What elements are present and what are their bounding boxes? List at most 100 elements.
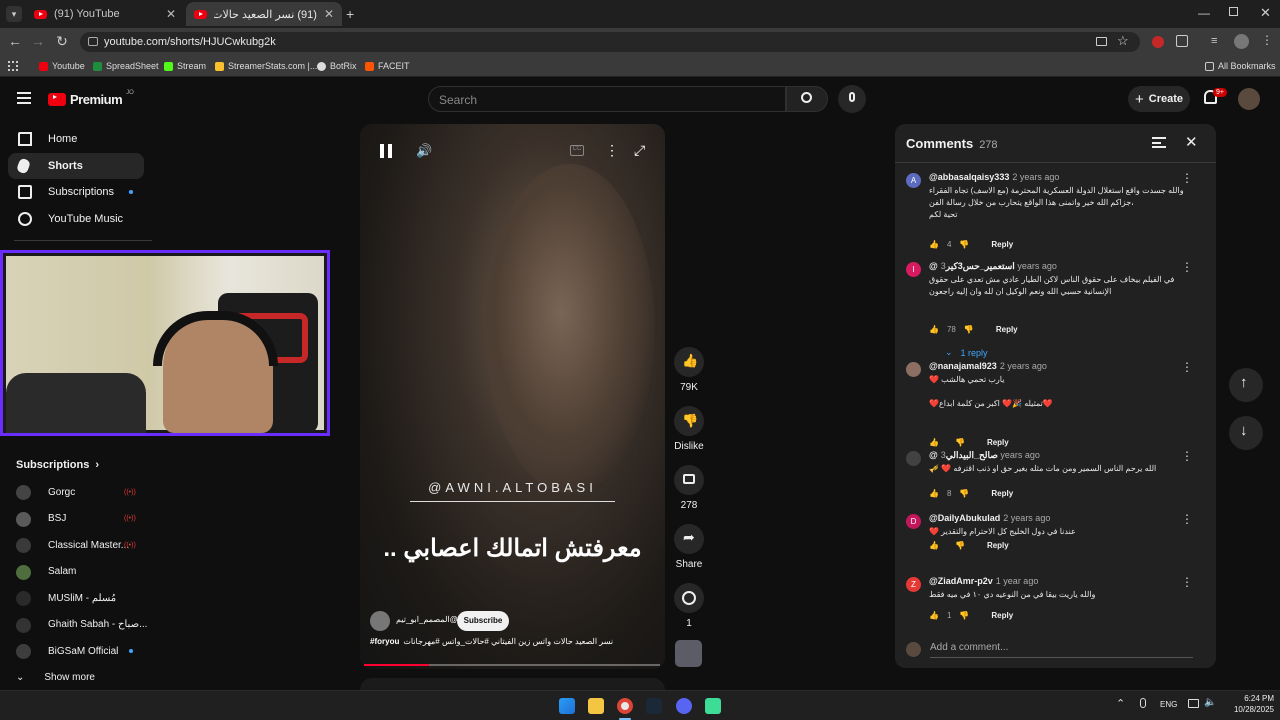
fullscreen-icon[interactable]: ⤢ — [634, 142, 645, 159]
thumbs-down-icon[interactable]: 👎 — [959, 611, 969, 620]
subscribe-button[interactable]: Subscribe — [457, 611, 509, 631]
sort-comments-icon[interactable] — [1152, 137, 1166, 148]
bookmark-botrix[interactable]: BotRix — [317, 61, 357, 71]
commenter-avatar[interactable]: Z — [906, 577, 921, 592]
comment-time[interactable]: 1 year ago — [996, 576, 1039, 586]
comment-author[interactable]: @DailyAbukulad 2 years ago — [929, 513, 1050, 523]
comment-author[interactable]: @abbasalqaisy333 2 years ago — [929, 172, 1059, 182]
comment-menu-icon[interactable]: ⋮ — [1181, 361, 1193, 373]
subscription-item[interactable]: Gorgc ((•)) — [16, 482, 156, 502]
commenter-avatar[interactable]: D — [906, 514, 921, 529]
tab-list-button[interactable]: ▾ — [6, 6, 22, 22]
subscriptions-heading[interactable]: Subscriptions › — [16, 459, 99, 471]
comment-menu-icon[interactable]: ⋮ — [1181, 261, 1193, 273]
steam-icon[interactable] — [646, 698, 662, 714]
more-options-icon[interactable]: ⋮ — [605, 142, 619, 159]
close-tab-icon[interactable]: ✕ — [166, 7, 176, 21]
sidebar-item-home[interactable]: Home — [8, 126, 144, 152]
thumbs-down-icon[interactable]: 👎 — [955, 438, 965, 447]
forward-icon[interactable]: → — [26, 33, 50, 49]
video-description[interactable]: #foryou نسر الصعيد حالات واتس زين الفيتا… — [370, 637, 655, 646]
chrome-icon[interactable] — [617, 698, 633, 714]
bookmark-stream[interactable]: Stream — [164, 61, 206, 71]
all-bookmarks-folder[interactable]: All Bookmarks — [1205, 61, 1276, 71]
reply-button[interactable]: Reply — [987, 541, 1009, 550]
comment-author[interactable]: @nanajamal923 2 years ago — [929, 361, 1047, 371]
restore-window-icon[interactable] — [1229, 7, 1238, 16]
app-icon[interactable] — [705, 698, 721, 714]
extensions-puzzle-icon[interactable] — [1176, 35, 1188, 47]
reply-button[interactable]: Reply — [991, 489, 1013, 498]
voice-search-button[interactable] — [838, 85, 866, 113]
thumbs-up-icon[interactable]: 👍 — [929, 325, 939, 334]
tray-overflow-icon[interactable]: ⌃ — [1116, 697, 1125, 710]
bookmark-streamerstats[interactable]: StreamerStats.com |... — [215, 61, 317, 71]
search-input[interactable]: Search — [428, 86, 786, 112]
sidebar-item-shorts[interactable]: Shorts — [8, 153, 144, 179]
comment-time[interactable]: 2 years ago — [1003, 513, 1050, 523]
site-info-icon[interactable] — [88, 37, 98, 46]
back-icon[interactable]: ← — [3, 33, 27, 49]
create-button[interactable]: + Create — [1128, 86, 1190, 112]
comments-button[interactable] — [674, 465, 704, 495]
bookmark-faceit[interactable]: FACEIT — [365, 61, 410, 71]
like-button[interactable]: 👍 — [674, 347, 704, 377]
install-app-icon[interactable] — [1096, 37, 1107, 46]
comment-username[interactable]: @صالح_البيدالي — [929, 450, 998, 460]
show-more-button[interactable]: ⌄ Show more — [16, 672, 95, 683]
commenter-avatar[interactable]: A — [906, 173, 921, 188]
add-comment-input[interactable]: Add a comment... — [930, 642, 1193, 658]
subscription-item[interactable]: BSJ ((•)) — [16, 509, 156, 529]
hashtag-link[interactable]: #foryou — [370, 637, 399, 646]
thumbs-down-icon[interactable]: 👎 — [955, 541, 965, 550]
comment-author[interactable]: @استعمير_حس3كير3 years ago — [929, 261, 1057, 272]
sidebar-item-subscriptions[interactable]: Subscriptions — [8, 179, 144, 205]
reply-button[interactable]: Reply — [991, 611, 1013, 620]
channel-name[interactable]: @المصمم_ابو_تيم — [396, 615, 458, 624]
bookmark-star-icon[interactable]: ☆ — [1117, 33, 1129, 49]
thumbs-up-icon[interactable]: 👍 — [929, 611, 939, 620]
comment-author[interactable]: @صالح_البيدالي3 years ago — [929, 450, 1040, 461]
view-replies-button[interactable]: ⌄ 1 reply — [945, 347, 988, 358]
shorts-video-player[interactable]: 🔊 CC ⋮ ⤢ @AWNI.ALTOBASI معرفتش اتمالك اع… — [360, 124, 665, 669]
extension-icon[interactable] — [1152, 36, 1164, 48]
apps-grid-icon[interactable] — [8, 61, 18, 71]
comment-username[interactable]: @DailyAbukulad — [929, 513, 1000, 523]
reply-button[interactable]: Reply — [991, 240, 1013, 249]
hamburger-menu-icon[interactable] — [17, 92, 31, 104]
comment-menu-icon[interactable]: ⋮ — [1181, 513, 1193, 525]
close-tab-icon[interactable]: ✕ — [324, 7, 334, 21]
youtube-premium-logo[interactable]: Premium JO — [48, 90, 134, 107]
subscription-item[interactable]: Classical Master... ((•)) — [16, 535, 156, 555]
commenter-avatar[interactable] — [906, 451, 921, 466]
next-short-button[interactable]: ↓ — [1229, 416, 1263, 450]
subscription-item[interactable]: Salam — [16, 562, 156, 582]
thumbs-down-icon[interactable]: 👎 — [959, 489, 969, 498]
volume-tray-icon[interactable]: 🔈 — [1204, 697, 1216, 708]
thumbs-down-icon[interactable]: 👎 — [959, 240, 969, 249]
subscription-item[interactable]: Ghaith Sabah - صباح... — [16, 615, 156, 635]
sidebar-item-youtube-music[interactable]: YouTube Music — [8, 206, 144, 232]
tab-youtube[interactable]: (91) YouTube ✕ — [26, 2, 184, 26]
comment-time[interactable]: 2 years ago — [1000, 361, 1047, 371]
tab-shorts-active[interactable]: (91) نسر الصعيد حالات واتس ✕ — [186, 2, 342, 26]
clock[interactable]: 6:24 PM 10/28/2025 — [1220, 693, 1274, 715]
file-explorer-icon[interactable] — [588, 698, 604, 714]
thumbs-up-icon[interactable]: 👍 — [929, 240, 939, 249]
bookmark-spreadsheet[interactable]: SpreadSheet — [93, 61, 159, 71]
reply-button[interactable]: Reply — [987, 438, 1009, 447]
comment-menu-icon[interactable]: ⋮ — [1181, 576, 1193, 588]
comment-author[interactable]: @ZiadAmr-p2v 1 year ago — [929, 576, 1038, 586]
language-indicator[interactable]: ENG — [1160, 700, 1177, 709]
comment-menu-icon[interactable]: ⋮ — [1181, 450, 1193, 462]
remix-button[interactable] — [674, 583, 704, 613]
profile-avatar[interactable] — [1234, 34, 1249, 49]
comment-username[interactable]: @abbasalqaisy333 — [929, 172, 1009, 182]
share-button[interactable]: ➦ — [674, 524, 704, 554]
commenter-avatar[interactable] — [906, 362, 921, 377]
dislike-button[interactable]: 👎 — [674, 406, 704, 436]
subscription-item[interactable]: BiGSaM Official — [16, 641, 156, 661]
close-window-icon[interactable]: ✕ — [1260, 5, 1271, 21]
thumbs-up-icon[interactable]: 👍 — [929, 541, 939, 550]
channel-avatar[interactable] — [370, 611, 390, 631]
